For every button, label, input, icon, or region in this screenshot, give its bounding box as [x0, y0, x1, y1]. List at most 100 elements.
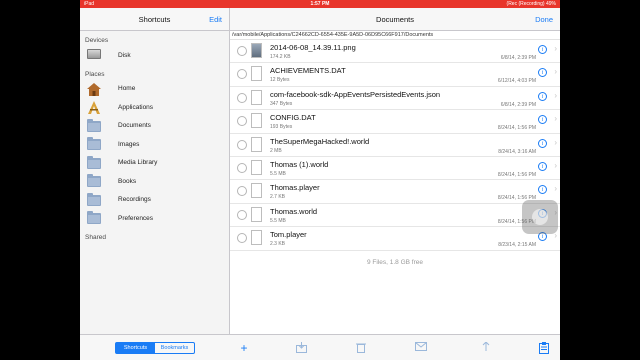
folder-icon [87, 174, 101, 188]
file-icon [251, 230, 262, 246]
sidebar-item-disk[interactable]: Disk [80, 46, 229, 65]
chevron-right-icon: › [554, 67, 557, 77]
info-icon[interactable]: i [538, 185, 547, 195]
select-radio[interactable] [237, 162, 247, 173]
chevron-right-icon: › [554, 114, 557, 124]
info-icon[interactable]: i [538, 45, 547, 54]
chevron-right-icon: › [554, 184, 557, 194]
home-icon [87, 82, 101, 96]
file-size: 2 MB [270, 147, 282, 154]
select-radio[interactable] [237, 46, 247, 56]
info-icon[interactable]: i [538, 161, 547, 171]
chevron-right-icon: › [554, 44, 557, 53]
folder-icon [87, 155, 101, 169]
file-list: 2014-06-08_14.39.11.png 174.2 KB 6/8/14,… [230, 40, 560, 251]
file-row[interactable]: Tom.player 2.3 KB 8/23/14, 2:15 AM i › [230, 227, 560, 251]
info-icon[interactable]: i [538, 138, 547, 148]
file-name: 2014-06-08_14.39.11.png [270, 43, 356, 52]
share-icon[interactable] [480, 341, 492, 354]
file-name: Thomas.world [270, 206, 318, 216]
mail-icon[interactable] [415, 342, 427, 354]
segment-shortcuts[interactable]: Shortcuts [116, 343, 155, 353]
sidebar-item-documents[interactable]: Documents [80, 117, 229, 136]
disk-icon [87, 49, 101, 61]
documents-toolbar: + [230, 334, 560, 360]
sidebar-item-applications[interactable]: Applications [80, 98, 229, 117]
file-row[interactable]: Thomas.player 2.7 KB 8/24/14, 1:56 PM i … [230, 180, 560, 204]
file-icon [251, 66, 262, 82]
file-icon [251, 183, 262, 199]
edit-button[interactable]: Edit [209, 15, 222, 24]
file-icon [251, 136, 262, 152]
sidebar-item-label: Preferences [118, 214, 154, 222]
folder-icon [87, 118, 101, 132]
file-date: 8/24/14, 3:16 AM [498, 148, 536, 155]
chevron-right-icon: › [554, 137, 557, 147]
move-icon[interactable] [295, 342, 307, 354]
file-row[interactable]: com-facebook-sdk-AppEventsPersistedEvent… [230, 87, 560, 111]
select-radio[interactable] [237, 233, 247, 244]
folder-icon [87, 137, 101, 151]
file-size: 193 Bytes [270, 124, 293, 131]
file-date: 8/24/14, 1:56 PM [497, 125, 536, 132]
sidebar-item-images[interactable]: Images [80, 135, 229, 154]
sidebar-item-label: Disk [118, 51, 131, 59]
file-row[interactable]: Thomas (1).world 5.5 MB 8/24/14, 1:56 PM… [230, 157, 560, 181]
done-button[interactable]: Done [535, 15, 553, 24]
sidebar-item-label: Books [118, 177, 137, 185]
file-icon [251, 113, 262, 129]
sidebar-item-label: Recordings [118, 196, 151, 204]
select-radio[interactable] [237, 69, 247, 80]
section-header-shared: Shared [85, 233, 106, 241]
file-name: ACHIEVEMENTS.DAT [270, 66, 346, 76]
documents-pane: Documents Done /var/mobile/Applications/… [230, 8, 560, 360]
sidebar-item-books[interactable]: Books [80, 172, 229, 191]
sidebar-item-preferences[interactable]: Preferences [80, 209, 229, 228]
file-name: Thomas.player [270, 183, 320, 193]
clipboard-icon[interactable] [538, 342, 550, 354]
select-radio[interactable] [237, 116, 247, 127]
image-file-icon [251, 43, 262, 58]
select-radio[interactable] [237, 92, 247, 103]
add-icon[interactable]: + [238, 342, 250, 354]
delete-icon[interactable] [355, 342, 367, 354]
folder-icon [87, 211, 101, 225]
info-icon[interactable]: i [538, 68, 547, 78]
file-row[interactable]: TheSuperMegaHacked!.world 2 MB 8/24/14, … [230, 134, 560, 157]
shortcuts-navbar: Shortcuts Edit [80, 8, 229, 31]
sidebar-item-media-library[interactable]: Media Library [80, 154, 229, 173]
documents-navbar: Documents Done [230, 8, 560, 31]
segment-bookmarks[interactable]: Bookmarks [155, 343, 194, 353]
sidebar-item-label: Documents [118, 122, 151, 130]
documents-title: Documents [376, 15, 414, 24]
info-icon[interactable]: i [538, 115, 547, 125]
sidebar-item-recordings[interactable]: Recordings [80, 191, 229, 210]
assistive-touch-button[interactable] [522, 200, 558, 234]
file-icon [251, 89, 262, 105]
file-size: 347 Bytes [270, 100, 293, 107]
file-row[interactable]: CONFIG.DAT 193 Bytes 8/24/14, 1:56 PM i … [230, 110, 560, 134]
file-name: Tom.player [270, 230, 307, 240]
file-size: 12 Bytes [270, 77, 290, 84]
file-name: com-facebook-sdk-AppEventsPersistedEvent… [270, 89, 441, 99]
file-size: 5.5 MB [270, 217, 286, 224]
file-name: TheSuperMegaHacked!.world [270, 136, 370, 146]
file-size: 5.5 MB [270, 170, 286, 177]
file-size: 174.2 KB [270, 54, 291, 60]
shortcuts-title: Shortcuts [138, 15, 171, 24]
sidebar-item-home[interactable]: Home [80, 80, 229, 99]
status-time: 1:57 PM [310, 1, 330, 7]
file-row[interactable]: Thomas.world 5.5 MB 8/24/14, 1:56 PM i › [230, 204, 560, 228]
file-row[interactable]: ACHIEVEMENTS.DAT 12 Bytes 6/12/14, 4:03 … [230, 63, 560, 87]
sidebar-item-label: Home [118, 85, 136, 93]
path-label: /var/mobile/Applications/C24662CD-6554-4… [230, 31, 560, 40]
select-radio[interactable] [237, 139, 247, 150]
sidebar-item-label: Media Library [118, 159, 158, 167]
select-radio[interactable] [237, 186, 247, 197]
file-size: 2.3 KB [270, 241, 286, 248]
file-row[interactable]: 2014-06-08_14.39.11.png 174.2 KB 6/8/14,… [230, 40, 560, 64]
file-summary: 9 Files, 1.8 GB free [367, 258, 423, 266]
info-icon[interactable]: i [538, 91, 547, 101]
file-name: CONFIG.DAT [270, 113, 316, 123]
select-radio[interactable] [237, 209, 247, 220]
